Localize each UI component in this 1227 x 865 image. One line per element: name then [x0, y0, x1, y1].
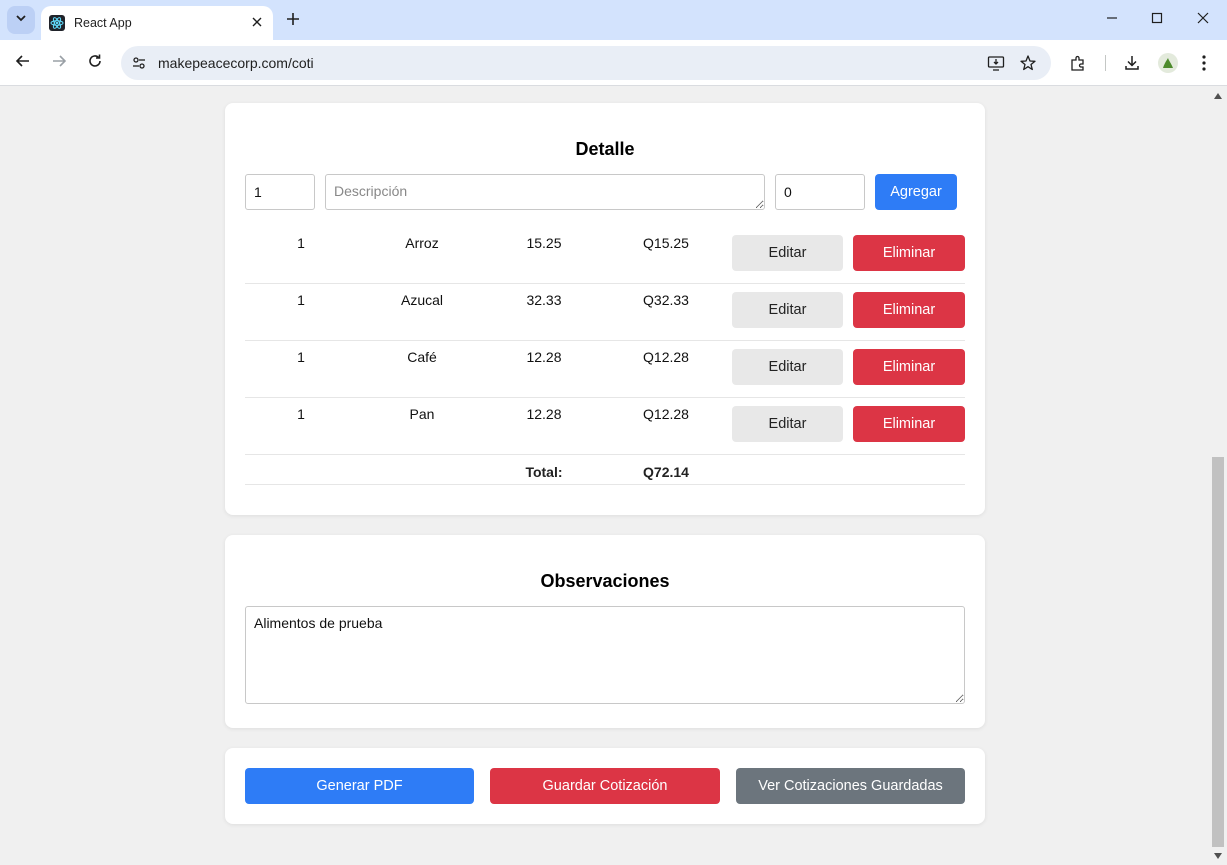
item-description: Pan: [409, 406, 435, 422]
delete-item-button[interactable]: Eliminar: [853, 406, 965, 442]
generate-pdf-button[interactable]: Generar PDF: [245, 768, 474, 804]
plus-icon: [286, 12, 300, 31]
observaciones-title: Observaciones: [540, 571, 670, 591]
reload-button[interactable]: [82, 50, 108, 76]
item-description: Arroz: [405, 235, 439, 251]
item-qty: 1: [297, 406, 305, 422]
item-subtotal: Q12.28: [643, 349, 689, 365]
item-price: 15.25: [526, 235, 562, 251]
delete-item-button[interactable]: Eliminar: [853, 235, 965, 271]
total-row: Total: Q72.14: [245, 447, 965, 485]
maximize-button[interactable]: [1144, 8, 1170, 32]
price-input[interactable]: [775, 174, 865, 210]
tab-title: React App: [74, 16, 132, 30]
tab-search-button[interactable]: [7, 6, 35, 34]
item-description: Azucal: [400, 292, 444, 308]
item-description: Café: [407, 349, 437, 365]
more-menu-icon[interactable]: [1193, 52, 1215, 74]
scroll-down-arrow-icon[interactable]: [1213, 851, 1223, 861]
observaciones-textarea[interactable]: Alimentos de prueba: [245, 606, 965, 704]
add-item-button[interactable]: Agregar: [875, 174, 957, 210]
new-tab-button[interactable]: [282, 10, 304, 32]
item-row: 1 Azucal 32.33 Q32.33 Editar Eliminar: [245, 284, 965, 341]
view-saved-quotes-button[interactable]: Ver Cotizaciones Guardadas: [736, 768, 965, 804]
item-qty: 1: [297, 349, 305, 365]
close-window-button[interactable]: [1190, 8, 1216, 32]
total-label: Total:: [525, 464, 563, 480]
bookmark-star-icon[interactable]: [1018, 53, 1038, 73]
site-settings-icon[interactable]: [130, 54, 148, 72]
url-text: makepeacecorp.com/coti: [158, 55, 314, 71]
extensions-icon[interactable]: [1067, 52, 1089, 74]
close-icon: [1197, 11, 1209, 29]
total-value: Q72.14: [643, 464, 689, 480]
profile-avatar[interactable]: [1158, 53, 1178, 73]
download-icon[interactable]: [1121, 52, 1143, 74]
item-qty: 1: [297, 235, 305, 251]
close-tab-icon[interactable]: [249, 14, 265, 30]
scroll-up-arrow-icon[interactable]: [1213, 91, 1223, 101]
toolbar-divider: [1105, 55, 1106, 71]
description-input[interactable]: [325, 174, 765, 210]
edit-item-button[interactable]: Editar: [732, 235, 843, 271]
item-price: 12.28: [526, 406, 562, 422]
actions-card: Generar PDF Guardar Cotización Ver Cotiz…: [225, 748, 985, 824]
item-row: 1 Café 12.28 Q12.28 Editar Eliminar: [245, 341, 965, 398]
scrollbar-thumb[interactable]: [1212, 457, 1224, 847]
observaciones-card: Observaciones Alimentos de prueba: [225, 535, 985, 728]
arrow-right-icon: [51, 53, 67, 74]
item-subtotal: Q12.28: [643, 406, 689, 422]
browser-toolbar: makepeacecorp.com/coti: [0, 40, 1227, 86]
item-subtotal: Q15.25: [643, 235, 689, 251]
item-subtotal: Q32.33: [643, 292, 689, 308]
quantity-input[interactable]: [245, 174, 315, 210]
page-scrollbar[interactable]: [1209, 87, 1227, 865]
forward-button[interactable]: [46, 50, 72, 76]
item-row: 1 Arroz 15.25 Q15.25 Editar Eliminar: [245, 227, 965, 284]
react-logo-icon: [49, 15, 65, 31]
detalle-title: Detalle: [575, 139, 635, 159]
back-button[interactable]: [10, 50, 36, 76]
delete-item-button[interactable]: Eliminar: [853, 349, 965, 385]
install-app-icon[interactable]: [986, 53, 1006, 73]
item-price: 12.28: [526, 349, 562, 365]
minimize-icon: [1106, 11, 1118, 29]
arrow-left-icon: [15, 53, 31, 74]
address-bar[interactable]: makepeacecorp.com/coti: [121, 46, 1051, 80]
edit-item-button[interactable]: Editar: [732, 406, 843, 442]
detalle-card: Detalle Agregar 1 Arroz 15.25 Q15.25 Edi…: [225, 103, 985, 515]
browser-titlebar: React App: [0, 0, 1227, 40]
edit-item-button[interactable]: Editar: [732, 349, 843, 385]
reload-icon: [87, 53, 103, 74]
delete-item-button[interactable]: Eliminar: [853, 292, 965, 328]
edit-item-button[interactable]: Editar: [732, 292, 843, 328]
item-price: 32.33: [526, 292, 562, 308]
maximize-icon: [1151, 11, 1163, 29]
chevron-down-icon: [15, 11, 27, 29]
browser-tab[interactable]: React App: [41, 6, 273, 40]
item-qty: 1: [297, 292, 305, 308]
minimize-button[interactable]: [1099, 8, 1125, 32]
save-quote-button[interactable]: Guardar Cotización: [490, 768, 720, 804]
